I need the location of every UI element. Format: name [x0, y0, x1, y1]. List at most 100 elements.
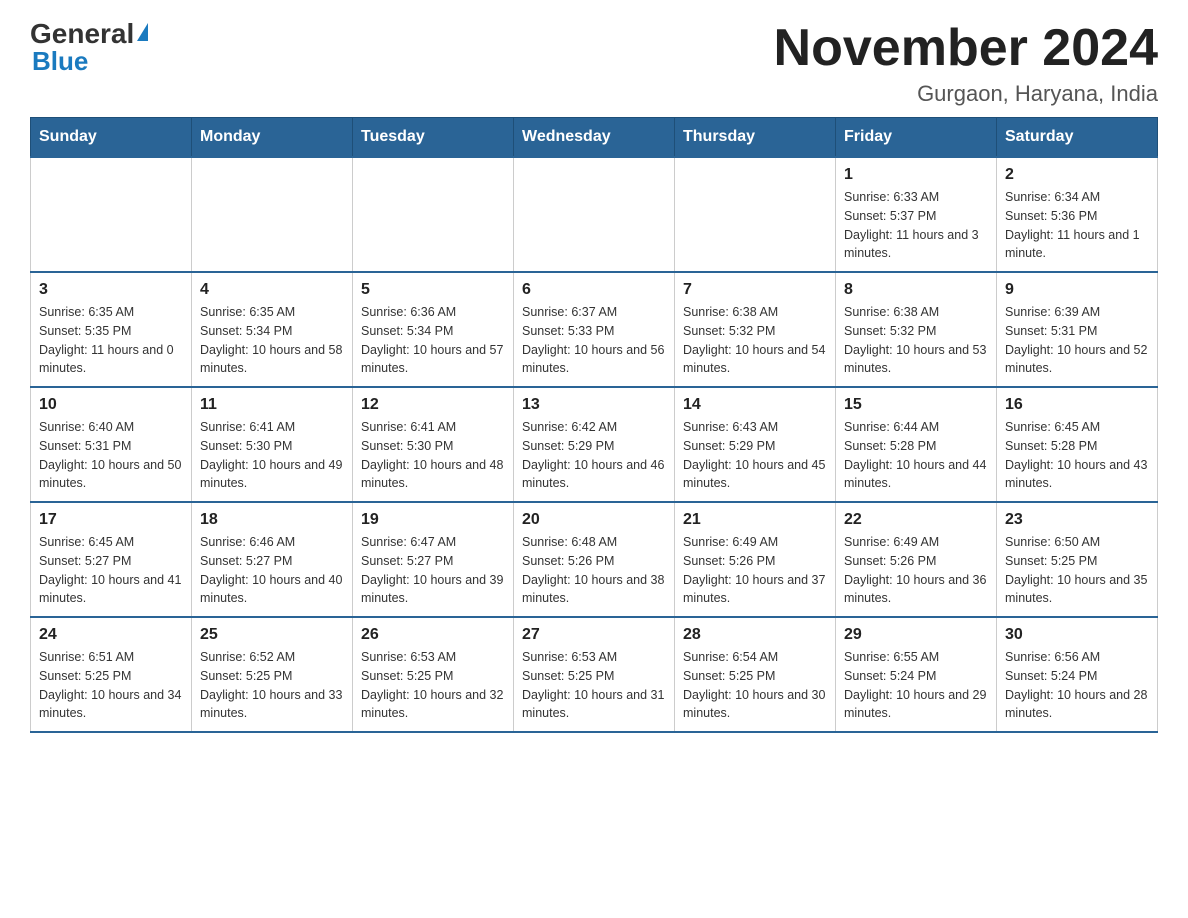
day-info: Sunrise: 6:45 AMSunset: 5:27 PMDaylight:… — [39, 533, 183, 608]
day-number: 27 — [522, 626, 666, 644]
calendar-cell: 20 Sunrise: 6:48 AMSunset: 5:26 PMDayligh… — [514, 502, 675, 617]
calendar-cell: 3 Sunrise: 6:35 AMSunset: 5:35 PMDaylight… — [31, 272, 192, 387]
calendar-cell: 6 Sunrise: 6:37 AMSunset: 5:33 PMDaylight… — [514, 272, 675, 387]
day-number: 16 — [1005, 396, 1149, 414]
weekday-header-sunday: Sunday — [31, 118, 192, 158]
weekday-header-monday: Monday — [192, 118, 353, 158]
day-info: Sunrise: 6:36 AMSunset: 5:34 PMDaylight:… — [361, 303, 505, 378]
calendar-table: SundayMondayTuesdayWednesdayThursdayFrid… — [30, 117, 1158, 733]
calendar-cell: 25 Sunrise: 6:52 AMSunset: 5:25 PMDayligh… — [192, 617, 353, 732]
day-number: 10 — [39, 396, 183, 414]
day-info: Sunrise: 6:41 AMSunset: 5:30 PMDaylight:… — [361, 418, 505, 493]
day-number: 18 — [200, 511, 344, 529]
calendar-cell: 17 Sunrise: 6:45 AMSunset: 5:27 PMDayligh… — [31, 502, 192, 617]
month-title: November 2024 — [774, 20, 1158, 77]
calendar-week-row: 1Sunrise: 6:33 AMSunset: 5:37 PMDaylight… — [31, 157, 1158, 272]
day-info: Sunrise: 6:48 AMSunset: 5:26 PMDaylight:… — [522, 533, 666, 608]
day-info: Sunrise: 6:38 AMSunset: 5:32 PMDaylight:… — [683, 303, 827, 378]
calendar-cell: 2 Sunrise: 6:34 AMSunset: 5:36 PMDaylight… — [997, 157, 1158, 272]
calendar-cell: 9 Sunrise: 6:39 AMSunset: 5:31 PMDaylight… — [997, 272, 1158, 387]
day-number: 29 — [844, 626, 988, 644]
day-number: 2 — [1005, 166, 1149, 184]
day-info: Sunrise: 6:53 AMSunset: 5:25 PMDaylight:… — [522, 648, 666, 723]
day-info: Sunrise: 6:55 AMSunset: 5:24 PMDaylight:… — [844, 648, 988, 723]
calendar-cell: 5 Sunrise: 6:36 AMSunset: 5:34 PMDaylight… — [353, 272, 514, 387]
location-text: Gurgaon, Haryana, India — [774, 81, 1158, 107]
day-info: Sunrise: 6:35 AMSunset: 5:35 PMDaylight:… — [39, 303, 183, 378]
calendar-cell: 15 Sunrise: 6:44 AMSunset: 5:28 PMDayligh… — [836, 387, 997, 502]
calendar-cell: 7Sunrise: 6:38 AMSunset: 5:32 PMDaylight… — [675, 272, 836, 387]
day-number: 13 — [522, 396, 666, 414]
calendar-cell — [192, 157, 353, 272]
day-info: Sunrise: 6:49 AMSunset: 5:26 PMDaylight:… — [683, 533, 827, 608]
day-info: Sunrise: 6:56 AMSunset: 5:24 PMDaylight:… — [1005, 648, 1149, 723]
day-number: 1 — [844, 166, 988, 184]
day-number: 12 — [361, 396, 505, 414]
day-number: 30 — [1005, 626, 1149, 644]
day-number: 9 — [1005, 281, 1149, 299]
calendar-cell: 4Sunrise: 6:35 AMSunset: 5:34 PMDaylight… — [192, 272, 353, 387]
day-info: Sunrise: 6:49 AMSunset: 5:26 PMDaylight:… — [844, 533, 988, 608]
day-info: Sunrise: 6:43 AMSunset: 5:29 PMDaylight:… — [683, 418, 827, 493]
day-number: 25 — [200, 626, 344, 644]
day-number: 5 — [361, 281, 505, 299]
day-info: Sunrise: 6:38 AMSunset: 5:32 PMDaylight:… — [844, 303, 988, 378]
day-number: 23 — [1005, 511, 1149, 529]
day-number: 17 — [39, 511, 183, 529]
calendar-cell: 24 Sunrise: 6:51 AMSunset: 5:25 PMDayligh… — [31, 617, 192, 732]
day-number: 15 — [844, 396, 988, 414]
logo: General Blue — [30, 20, 148, 77]
day-info: Sunrise: 6:44 AMSunset: 5:28 PMDaylight:… — [844, 418, 988, 493]
day-number: 8 — [844, 281, 988, 299]
day-info: Sunrise: 6:39 AMSunset: 5:31 PMDaylight:… — [1005, 303, 1149, 378]
day-number: 21 — [683, 511, 827, 529]
calendar-cell: 12 Sunrise: 6:41 AMSunset: 5:30 PMDayligh… — [353, 387, 514, 502]
logo-general: General — [30, 20, 134, 48]
day-number: 22 — [844, 511, 988, 529]
day-number: 26 — [361, 626, 505, 644]
calendar-cell: 26 Sunrise: 6:53 AMSunset: 5:25 PMDayligh… — [353, 617, 514, 732]
day-info: Sunrise: 6:47 AMSunset: 5:27 PMDaylight:… — [361, 533, 505, 608]
day-info: Sunrise: 6:45 AMSunset: 5:28 PMDaylight:… — [1005, 418, 1149, 493]
calendar-cell: 28 Sunrise: 6:54 AMSunset: 5:25 PMDayligh… — [675, 617, 836, 732]
day-info: Sunrise: 6:54 AMSunset: 5:25 PMDaylight:… — [683, 648, 827, 723]
day-number: 24 — [39, 626, 183, 644]
calendar-cell: 18 Sunrise: 6:46 AMSunset: 5:27 PMDayligh… — [192, 502, 353, 617]
calendar-week-row: 10 Sunrise: 6:40 AMSunset: 5:31 PMDayligh… — [31, 387, 1158, 502]
day-info: Sunrise: 6:35 AMSunset: 5:34 PMDaylight:… — [200, 303, 344, 378]
logo-blue-text: Blue — [30, 46, 88, 77]
calendar-cell: 30 Sunrise: 6:56 AMSunset: 5:24 PMDayligh… — [997, 617, 1158, 732]
day-info: Sunrise: 6:46 AMSunset: 5:27 PMDaylight:… — [200, 533, 344, 608]
day-info: Sunrise: 6:51 AMSunset: 5:25 PMDaylight:… — [39, 648, 183, 723]
day-info: Sunrise: 6:50 AMSunset: 5:25 PMDaylight:… — [1005, 533, 1149, 608]
calendar-cell: 14 Sunrise: 6:43 AMSunset: 5:29 PMDayligh… — [675, 387, 836, 502]
weekday-header-wednesday: Wednesday — [514, 118, 675, 158]
calendar-cell: 8 Sunrise: 6:38 AMSunset: 5:32 PMDaylight… — [836, 272, 997, 387]
calendar-header-row: SundayMondayTuesdayWednesdayThursdayFrid… — [31, 118, 1158, 158]
day-info: Sunrise: 6:42 AMSunset: 5:29 PMDaylight:… — [522, 418, 666, 493]
calendar-cell: 10 Sunrise: 6:40 AMSunset: 5:31 PMDayligh… — [31, 387, 192, 502]
title-block: November 2024 Gurgaon, Haryana, India — [774, 20, 1158, 107]
day-number: 19 — [361, 511, 505, 529]
day-number: 20 — [522, 511, 666, 529]
calendar-cell: 1Sunrise: 6:33 AMSunset: 5:37 PMDaylight… — [836, 157, 997, 272]
day-number: 28 — [683, 626, 827, 644]
day-info: Sunrise: 6:40 AMSunset: 5:31 PMDaylight:… — [39, 418, 183, 493]
calendar-week-row: 3 Sunrise: 6:35 AMSunset: 5:35 PMDaylight… — [31, 272, 1158, 387]
day-info: Sunrise: 6:37 AMSunset: 5:33 PMDaylight:… — [522, 303, 666, 378]
calendar-cell: 16 Sunrise: 6:45 AMSunset: 5:28 PMDayligh… — [997, 387, 1158, 502]
day-info: Sunrise: 6:52 AMSunset: 5:25 PMDaylight:… — [200, 648, 344, 723]
weekday-header-tuesday: Tuesday — [353, 118, 514, 158]
day-number: 6 — [522, 281, 666, 299]
day-number: 3 — [39, 281, 183, 299]
calendar-cell — [31, 157, 192, 272]
day-number: 11 — [200, 396, 344, 414]
calendar-cell: 22 Sunrise: 6:49 AMSunset: 5:26 PMDayligh… — [836, 502, 997, 617]
calendar-cell: 23 Sunrise: 6:50 AMSunset: 5:25 PMDayligh… — [997, 502, 1158, 617]
calendar-week-row: 24 Sunrise: 6:51 AMSunset: 5:25 PMDayligh… — [31, 617, 1158, 732]
day-number: 14 — [683, 396, 827, 414]
calendar-cell — [675, 157, 836, 272]
calendar-cell: 13 Sunrise: 6:42 AMSunset: 5:29 PMDayligh… — [514, 387, 675, 502]
day-info: Sunrise: 6:53 AMSunset: 5:25 PMDaylight:… — [361, 648, 505, 723]
day-info: Sunrise: 6:34 AMSunset: 5:36 PMDaylight:… — [1005, 188, 1149, 263]
